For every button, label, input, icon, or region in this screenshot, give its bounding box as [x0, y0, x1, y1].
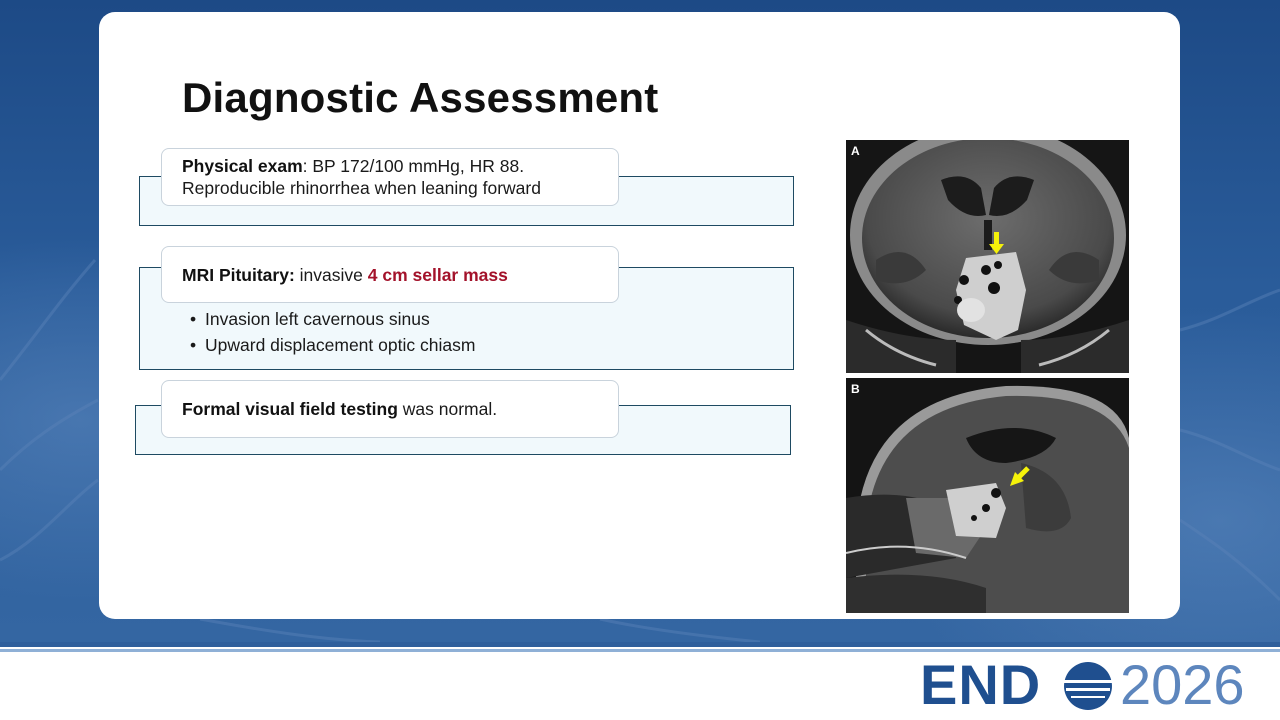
globe-icon	[1064, 662, 1112, 710]
visual-field-card: Formal visual field testing was normal.	[161, 380, 619, 438]
image-label-a: A	[851, 144, 860, 158]
mri-bullet-2: Upward displacement optic chiasm	[205, 335, 476, 355]
physical-exam-line2: Reproducible rhinorrhea when leaning for…	[182, 178, 541, 198]
list-item: • Upward displacement optic chiasm	[190, 332, 475, 358]
visual-field-label: Formal visual field testing	[182, 399, 398, 419]
slide-title: Diagnostic Assessment	[182, 74, 659, 121]
mri-label: MRI Pituitary:	[182, 265, 295, 285]
endo-logo-year: 2026	[1120, 653, 1245, 716]
image-label-b: B	[851, 382, 860, 396]
mri-bullet-list: • Invasion left cavernous sinus • Upward d…	[190, 306, 475, 358]
mri-bullet-1: Invasion left cavernous sinus	[205, 309, 430, 329]
mri-coronal-image: A	[846, 140, 1129, 373]
bullet-icon: •	[190, 309, 197, 329]
endo-logo-text: END	[920, 653, 1042, 716]
mri-sagittal-drawing	[846, 378, 1129, 613]
visual-field-text: was normal.	[397, 399, 498, 419]
list-item: • Invasion left cavernous sinus	[190, 306, 475, 332]
bullet-icon: •	[190, 335, 197, 355]
mri-text: invasive	[294, 265, 368, 285]
physical-exam-line1: Physical exam: BP 172/100 mmHg, HR 88.	[182, 155, 606, 177]
mri-coronal-drawing	[846, 140, 1129, 373]
mri-highlight: 4 cm sellar mass	[367, 265, 508, 285]
mri-sagittal-image: B	[846, 378, 1129, 613]
physical-exam-card: Physical exam: BP 172/100 mmHg, HR 88. R…	[161, 148, 619, 206]
physical-exam-vitals: : BP 172/100 mmHg, HR 88.	[302, 156, 525, 176]
physical-exam-label: Physical exam	[182, 156, 303, 176]
mri-card: MRI Pituitary: invasive 4 cm sellar mass	[161, 246, 619, 303]
footer-rule-dark	[0, 642, 1280, 647]
footer-rule-light	[0, 649, 1280, 652]
